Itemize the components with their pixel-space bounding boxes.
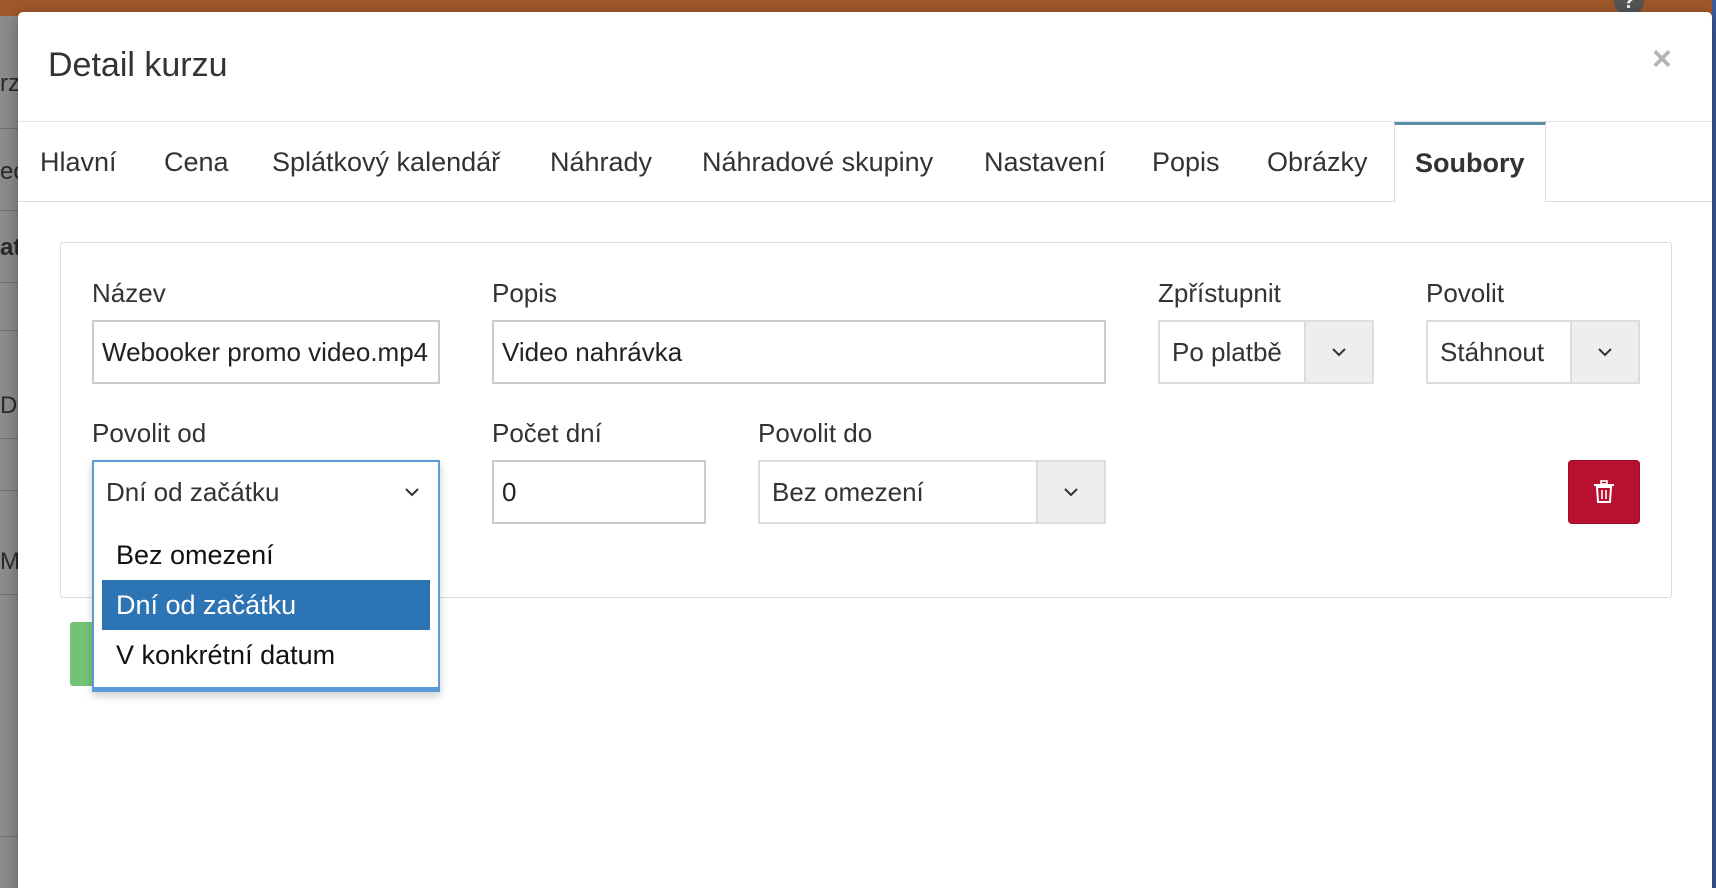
background-divider <box>0 594 18 595</box>
file-description-input[interactable] <box>492 320 1106 384</box>
chevron-down-icon <box>1598 348 1612 357</box>
name-label: Název <box>92 278 166 308</box>
allow-select-value: Stáhnout <box>1440 337 1545 367</box>
background-divider <box>0 128 18 129</box>
modal-header: Detail kurzu × <box>18 12 1712 122</box>
dropdown-option[interactable]: V konkrétní datum <box>102 630 430 680</box>
background-divider <box>0 210 18 211</box>
background-text: ec <box>0 158 18 185</box>
background-divider <box>0 330 18 331</box>
allow-select[interactable]: Stáhnout <box>1426 320 1640 384</box>
file-name-input[interactable] <box>92 320 440 384</box>
allow-to-label: Povolit do <box>758 418 873 448</box>
close-icon[interactable]: × <box>1652 40 1672 79</box>
access-select[interactable]: Po platbě <box>1158 320 1374 384</box>
allow-to-select-value: Bez omezení <box>772 477 924 507</box>
tab-replacement-groups[interactable]: Náhradové skupiny <box>702 122 933 202</box>
tab-files[interactable]: Soubory <box>1394 122 1546 203</box>
background-text: M <box>0 548 18 575</box>
tab-bar: Hlavní Cena Splátkový kalendář Náhrady N… <box>18 122 1712 203</box>
chevron-down-icon <box>405 488 419 497</box>
access-label: Zpřístupnit <box>1158 278 1281 308</box>
tab-images[interactable]: Obrázky <box>1267 122 1368 202</box>
tab-replacements[interactable]: Náhrady <box>550 122 652 202</box>
tab-settings[interactable]: Nastavení <box>984 122 1106 202</box>
background-text: DN <box>0 392 18 419</box>
days-count-input[interactable] <box>492 460 706 524</box>
allow-select-toggle[interactable] <box>1570 322 1638 382</box>
delete-file-button[interactable] <box>1568 460 1640 524</box>
allow-from-select[interactable]: Dní od začátku Bez omezení Dní od začátk… <box>92 460 440 692</box>
tab-main[interactable]: Hlavní <box>40 122 117 202</box>
background-divider <box>0 282 18 283</box>
dropdown-option-selected[interactable]: Dní od začátku <box>102 580 430 630</box>
background-page <box>0 16 18 888</box>
background-divider <box>0 490 18 491</box>
tab-price[interactable]: Cena <box>164 122 229 202</box>
allow-from-select-value: Dní od začátku <box>106 477 280 507</box>
trash-icon <box>1594 480 1614 503</box>
allow-from-label: Povolit od <box>92 418 207 448</box>
allow-to-select[interactable]: Bez omezení <box>758 460 1106 524</box>
background-divider <box>0 836 18 837</box>
allow-to-select-toggle[interactable] <box>1036 462 1104 522</box>
chevron-down-icon <box>1064 488 1078 497</box>
background-scrollbar <box>1712 0 1716 888</box>
dropdown-option[interactable]: Bez omezení <box>102 530 430 580</box>
days-count-label: Počet dní <box>492 418 602 448</box>
background-divider <box>0 438 18 439</box>
allow-from-select-toggle[interactable] <box>404 484 420 505</box>
tab-description[interactable]: Popis <box>1152 122 1220 202</box>
background-text: rzy <box>0 70 18 97</box>
chevron-down-icon <box>1332 348 1346 357</box>
allow-label: Povolit <box>1426 278 1505 308</box>
background-text: at <box>0 234 18 261</box>
description-label: Popis <box>492 278 558 308</box>
modal-title: Detail kurzu <box>48 46 228 84</box>
access-select-value: Po platbě <box>1172 337 1282 367</box>
tab-installment-calendar[interactable]: Splátkový kalendář <box>272 122 500 202</box>
access-select-toggle[interactable] <box>1304 322 1372 382</box>
